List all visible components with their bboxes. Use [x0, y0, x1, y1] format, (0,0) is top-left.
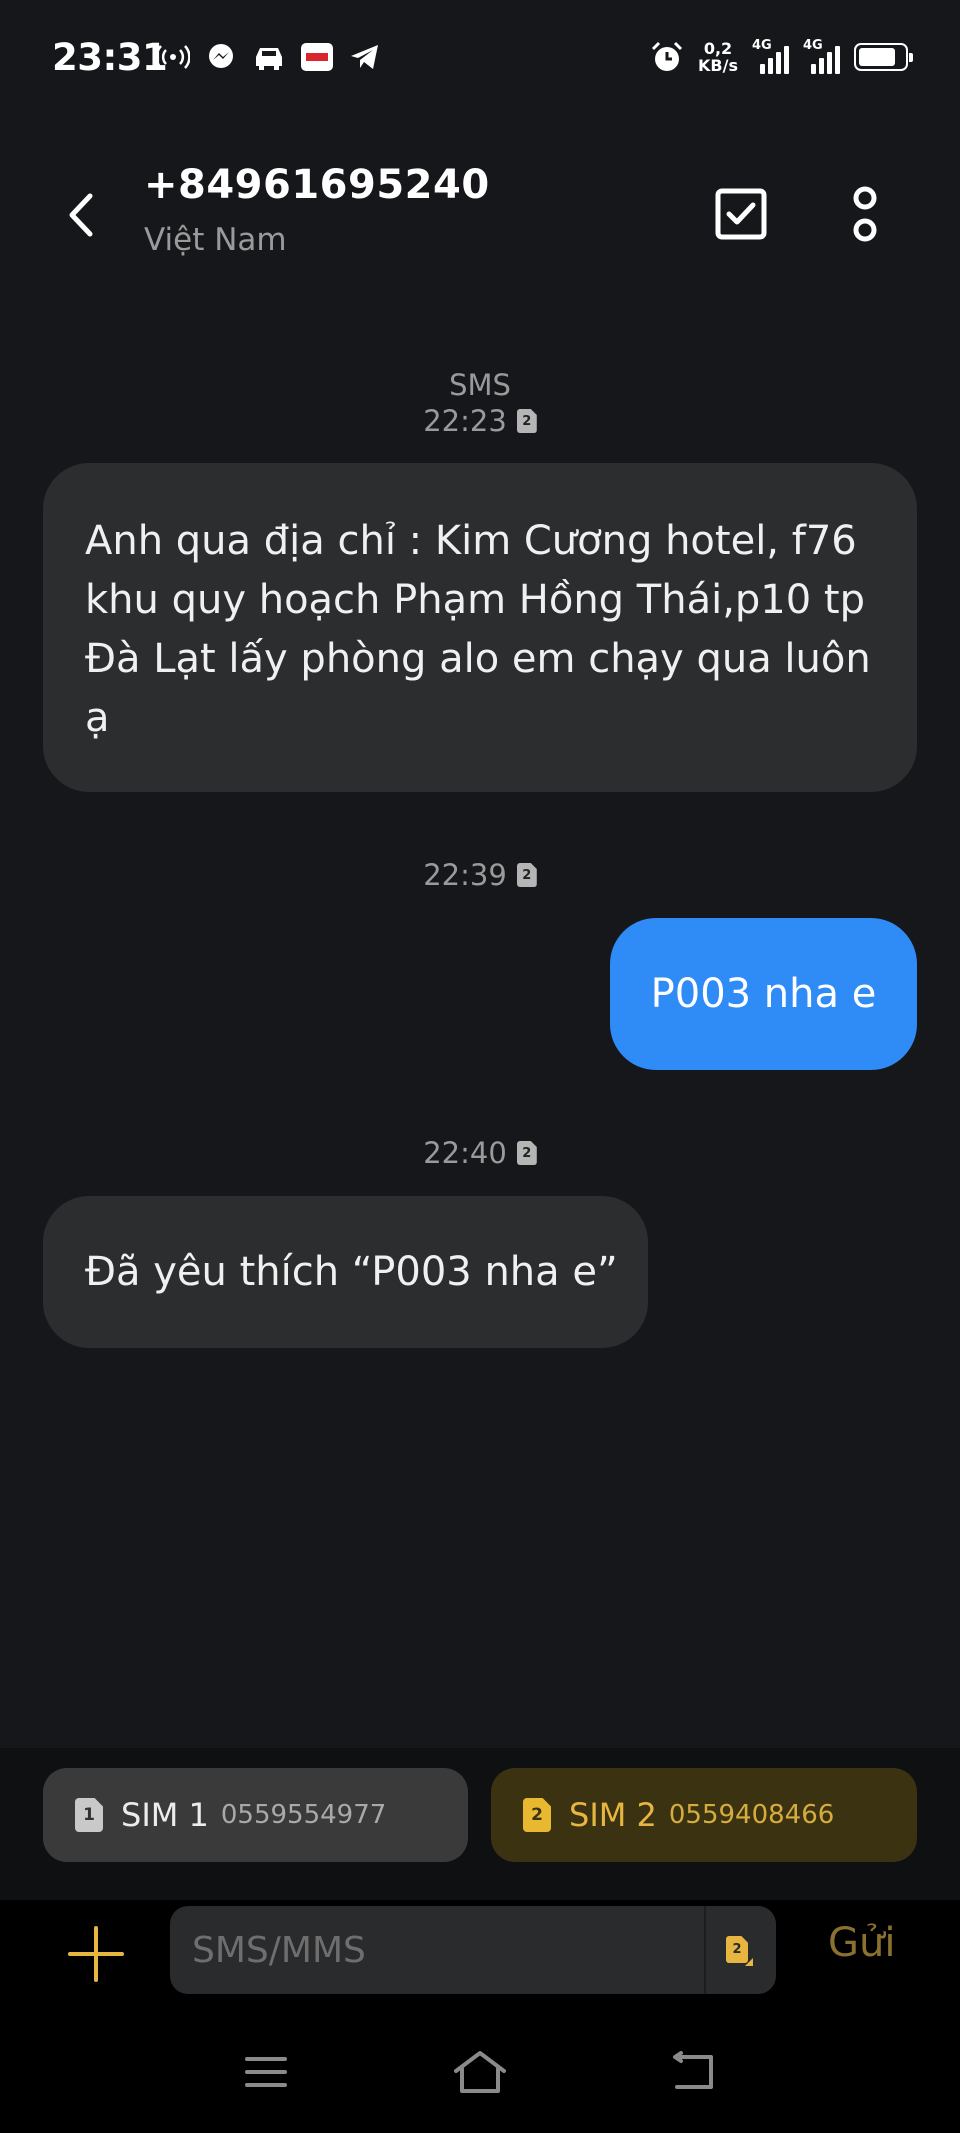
speed-value: 0,2	[703, 39, 733, 58]
sim2-send-button[interactable]: 2 SIM 2 0559408466	[491, 1768, 917, 1862]
timestamp-text: 22:39	[423, 858, 507, 892]
message-text: Đã yêu thích “P003 nha e”	[85, 1248, 618, 1295]
return-icon	[673, 2051, 713, 2089]
status-time: 23:31	[52, 36, 168, 79]
sim2-number: 0559408466	[668, 1800, 835, 1830]
message-timestamp: 22:23 2	[0, 404, 960, 438]
navigation-bar	[0, 2016, 960, 2133]
sim-switch-arrow	[745, 1958, 753, 1966]
sim1-send-button[interactable]: 1 SIM 1 0559554977	[43, 1768, 468, 1862]
alarm-icon	[650, 40, 684, 74]
sim-card-icon: 1	[75, 1798, 103, 1832]
contact-country: Việt Nam	[144, 222, 287, 258]
status-bar: 23:31 0,2 KB/s 4G 4G	[0, 0, 960, 120]
contact-number[interactable]: +84961695240	[144, 162, 490, 208]
sim1-label: SIM 1	[121, 1796, 209, 1834]
more-vertical-icon	[853, 186, 877, 242]
message-timestamp: 22:40 2	[0, 1136, 960, 1170]
compose-bar: 2 Gửi	[0, 1900, 960, 2133]
conversation-header: +84961695240 Việt Nam	[0, 150, 960, 280]
menu-icon	[245, 2057, 287, 2087]
sim-card-icon: 2	[516, 863, 537, 887]
sim2-label: SIM 2	[569, 1796, 657, 1834]
timestamp-text: 22:40	[423, 1136, 507, 1170]
back-nav-button[interactable]	[664, 2044, 724, 2100]
battery-icon	[854, 43, 913, 71]
network-type-1: 4G	[752, 38, 772, 53]
network-type-2: 4G	[803, 38, 823, 53]
back-button[interactable]	[56, 185, 106, 245]
signal-sim2: 4G	[803, 38, 840, 74]
send-button[interactable]: Gửi	[828, 1920, 895, 1966]
outgoing-message-bubble[interactable]: P003 nha e	[610, 918, 917, 1070]
notification-icons	[156, 40, 382, 74]
viettel-app-icon	[300, 40, 334, 74]
sim-card-icon: 2	[523, 1798, 551, 1832]
chevron-left-icon	[69, 193, 93, 237]
message-timestamp: 22:39 2	[0, 858, 960, 892]
telegram-icon	[348, 40, 382, 74]
more-options-button[interactable]	[840, 180, 890, 248]
sim1-number: 0559554977	[220, 1800, 387, 1830]
sim-card-icon: 2	[516, 409, 537, 433]
input-divider	[704, 1906, 706, 1994]
home-button[interactable]	[450, 2044, 510, 2100]
message-text: P003 nha e	[650, 970, 877, 1017]
sim-card-icon: 2	[516, 1141, 537, 1165]
messenger-icon	[204, 40, 238, 74]
incoming-message-bubble[interactable]: Anh qua địa chỉ : Kim Cương hotel, f76 k…	[43, 463, 917, 792]
car-icon	[252, 40, 286, 74]
network-speed: 0,2 KB/s	[698, 40, 738, 74]
home-icon	[454, 2051, 506, 2093]
add-attachment-button[interactable]	[68, 1926, 124, 1982]
message-text: Anh qua địa chỉ : Kim Cương hotel, f76 k…	[85, 518, 871, 741]
timestamp-text: 22:23	[423, 404, 507, 438]
incoming-message-bubble[interactable]: Đã yêu thích “P003 nha e”	[43, 1196, 648, 1348]
system-icons: 0,2 KB/s 4G 4G	[650, 38, 913, 74]
channel-label: SMS	[449, 368, 511, 402]
speed-unit: KB/s	[698, 56, 738, 75]
checkbox-icon	[715, 188, 767, 240]
hotspot-icon	[156, 40, 190, 74]
signal-sim1: 4G	[752, 38, 789, 74]
sim-selector: 1 SIM 1 0559554977 2 SIM 2 0559408466	[0, 1748, 960, 1900]
select-messages-button[interactable]	[710, 183, 772, 245]
message-input-container: 2	[170, 1906, 776, 1994]
message-input[interactable]	[192, 1906, 712, 1994]
recent-apps-button[interactable]	[236, 2044, 296, 2100]
